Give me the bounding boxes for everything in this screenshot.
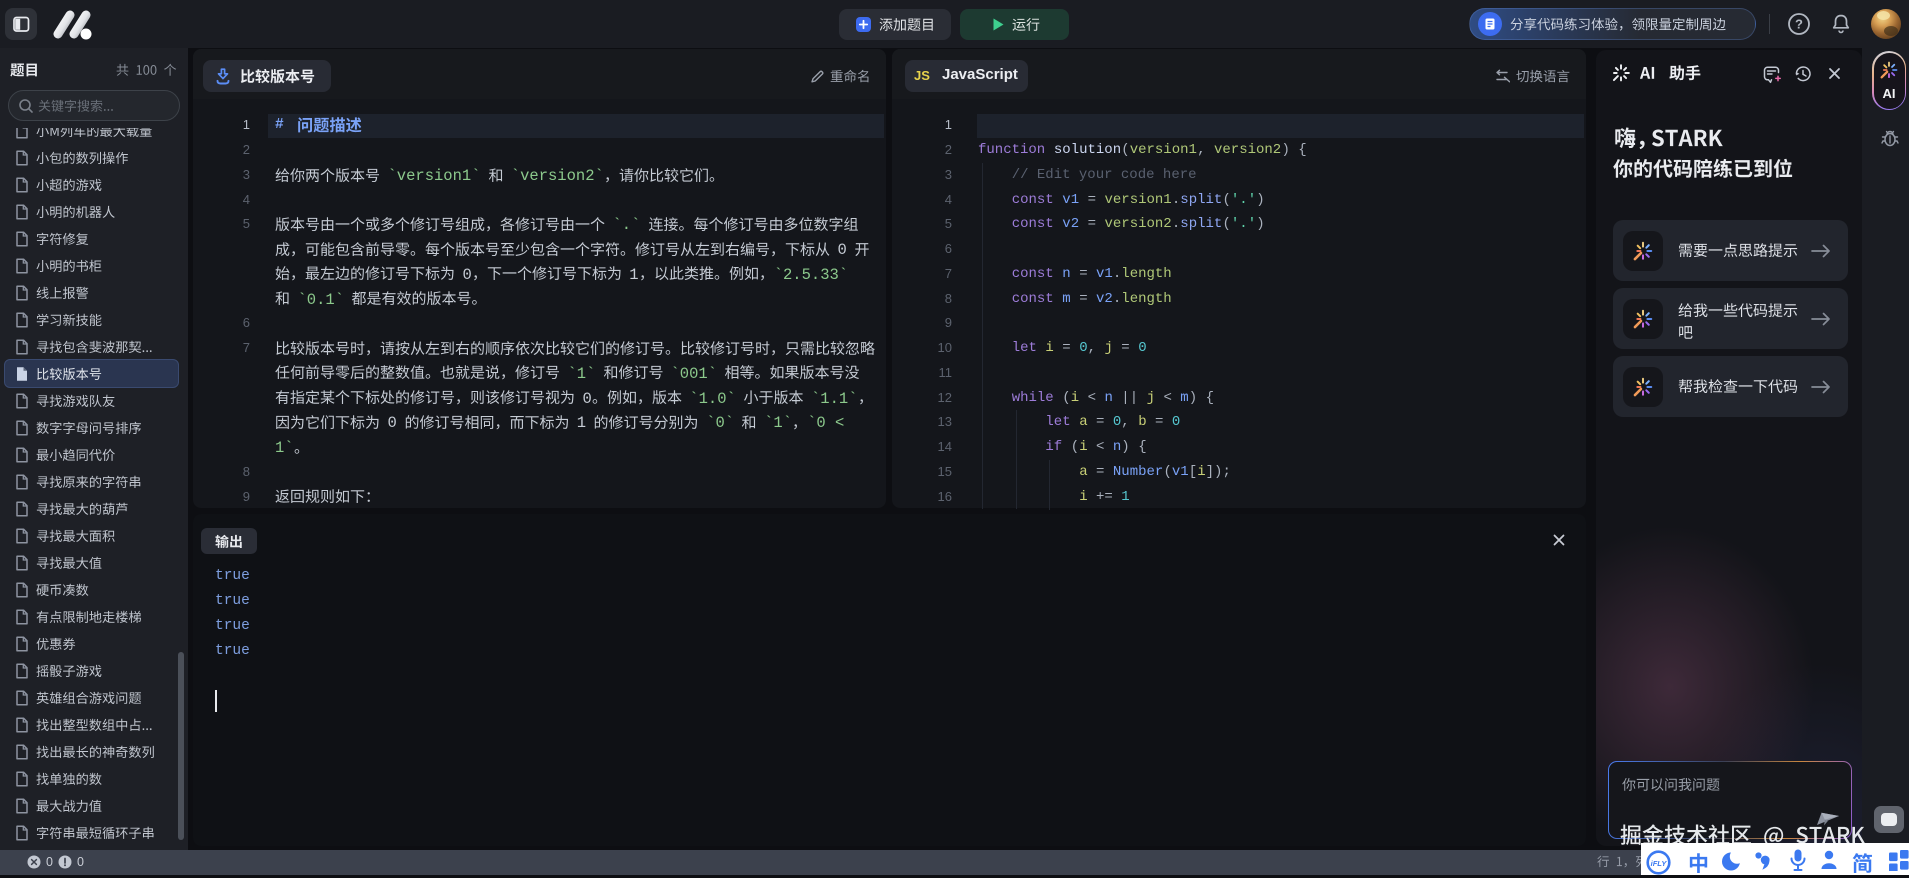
svg-text:iFLY: iFLY [1651, 859, 1668, 868]
svg-text:?: ? [1795, 17, 1803, 32]
